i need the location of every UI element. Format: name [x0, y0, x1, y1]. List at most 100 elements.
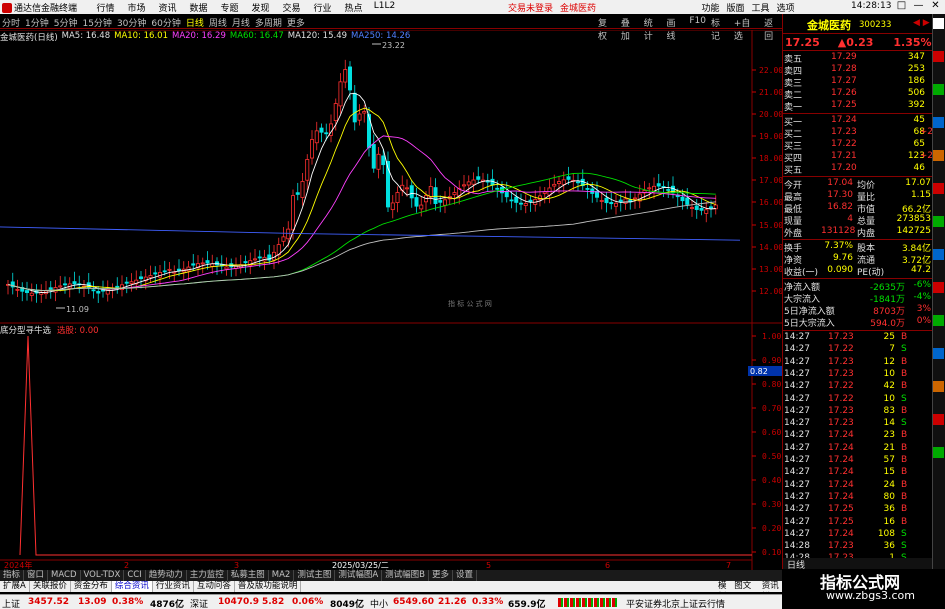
menu-item[interactable]: 资讯 [152, 1, 183, 14]
login-notice[interactable]: 交易未登录 [508, 1, 553, 14]
info-right-tab[interactable]: 模板 [716, 581, 732, 602]
indicator-tab[interactable]: 更多 [429, 570, 454, 581]
side-tool-icon[interactable] [933, 447, 944, 458]
side-tool-icon[interactable] [933, 414, 944, 425]
period-tab[interactable]: 多周期 [255, 16, 282, 29]
period-tab[interactable]: 30分钟 [117, 16, 146, 29]
side-tool-icon[interactable] [933, 183, 944, 194]
indicator-tab[interactable]: 测试幅图B [382, 570, 429, 581]
bid-row[interactable]: 买二 17.23 68 +2 [783, 127, 933, 140]
chart-info-line: 金城医药(日线) MA5: 16.48 MA10: 16.01 MA20: 16… [0, 31, 410, 43]
candle-body [699, 208, 704, 211]
indicator-tab[interactable]: CCI [124, 570, 146, 581]
indicator-tab[interactable]: VOL-TDX [81, 570, 125, 581]
ask-row[interactable]: 卖三 17.27 186 [783, 76, 933, 89]
menu-tools[interactable]: 工具 [748, 1, 773, 14]
candle-body [15, 288, 20, 291]
side-tool-icon[interactable] [933, 249, 944, 260]
period-tab[interactable]: 5分钟 [54, 16, 78, 29]
info-tab[interactable]: 扩展A [0, 581, 30, 592]
indicator-tab[interactable]: 主力监控 [187, 570, 228, 581]
sh-label[interactable]: 上证 [2, 597, 20, 609]
info-tab[interactable]: 关联报价 [30, 581, 71, 592]
side-tool-icon[interactable] [933, 51, 944, 62]
period-tab[interactable]: 周线 [209, 16, 227, 29]
side-tool-icon[interactable] [933, 150, 944, 161]
sz-label[interactable]: 深证 [190, 597, 208, 609]
info-right-tab[interactable]: 图文F10 [732, 581, 759, 602]
menu-function[interactable]: 功能 [698, 1, 723, 14]
zx-label[interactable]: 中小 [370, 597, 388, 609]
bid-row[interactable]: 买四 17.21 123 +2 [783, 151, 933, 164]
menu-options[interactable]: 选项 [773, 1, 798, 14]
candle-body [623, 198, 628, 204]
side-tool-icon[interactable] [933, 315, 944, 326]
menu-item[interactable]: 数据 [183, 1, 214, 14]
bid-row[interactable]: 买五 17.20 46 [783, 163, 933, 176]
period-tab[interactable]: 分时 [2, 16, 20, 29]
indicator-tab[interactable]: 私募主图 [228, 570, 269, 581]
indicator-tab[interactable]: 趋势动力 [146, 570, 187, 581]
tick-direction: S [901, 528, 907, 539]
menu-item[interactable]: 专题 [214, 1, 245, 14]
info-tab[interactable]: 综合资讯 [111, 581, 153, 592]
menu-item[interactable]: 热点 [338, 1, 369, 14]
tick-row: 14:27 17.23 14 S [783, 418, 933, 429]
side-tool-icon[interactable] [933, 282, 944, 293]
side-tool-icon[interactable] [933, 381, 944, 392]
ask-row[interactable]: 卖四 17.28 253 [783, 64, 933, 77]
indicator-tab[interactable]: 窗口 [24, 570, 49, 581]
quote-nav-icon[interactable]: ◀ ▶ [913, 18, 930, 28]
restore-button[interactable]: □ [893, 0, 910, 11]
period-tab[interactable]: 更多 [287, 16, 305, 29]
period-tab[interactable]: 月线 [232, 16, 250, 29]
indicator-tab[interactable]: MACD [48, 570, 81, 581]
bid-change: +2 [919, 127, 933, 137]
menu-item[interactable]: 行业 [307, 1, 338, 14]
period-tab[interactable]: 60分钟 [151, 16, 180, 29]
ask-row[interactable]: 卖五 17.29 347 [783, 52, 933, 65]
menu-item[interactable]: L1L2 [369, 1, 400, 14]
period-tab[interactable]: 15分钟 [82, 16, 111, 29]
side-tool-icon[interactable] [933, 216, 944, 227]
stat-value: 17.07 [905, 178, 931, 188]
side-tool-icon[interactable] [933, 84, 944, 95]
period-tab[interactable]: 1分钟 [25, 16, 49, 29]
bid-row[interactable]: 买一 17.24 45 [783, 115, 933, 128]
ask-price: 17.29 [831, 52, 857, 62]
ask-row[interactable]: 卖一 17.25 392 [783, 100, 933, 113]
menu-item[interactable]: 市场 [121, 1, 152, 14]
notice-stock[interactable]: 金城医药 [560, 1, 596, 14]
indicator-tab[interactable]: MA2 [269, 570, 295, 581]
indicator-tab[interactable]: 测试主图 [294, 570, 336, 581]
info-right-tab[interactable]: 资讯栏 [760, 581, 782, 602]
menu-item[interactable]: 行情 [90, 1, 121, 14]
info-tab[interactable]: 普及版功能说明 [235, 581, 302, 592]
indicator-tab[interactable]: 设置 [453, 570, 478, 581]
bid-volume: 46 [913, 163, 925, 173]
side-icon-column [932, 14, 945, 569]
ma5-label: MA5: 16.48 [61, 31, 111, 41]
candle-body [96, 290, 101, 294]
close-button[interactable]: ✕ [927, 0, 944, 11]
menu-item[interactable]: 交易 [276, 1, 307, 14]
info-tab[interactable]: 互动问答 [194, 581, 235, 592]
candle-body [466, 181, 471, 186]
bid-row[interactable]: 买三 17.22 65 [783, 139, 933, 152]
menu-layout[interactable]: 版面 [723, 1, 748, 14]
tick-direction: B [901, 405, 908, 416]
info-tab[interactable]: 资金分布 [71, 581, 112, 592]
broker-label[interactable]: 平安证券北京上证云行情 [626, 597, 725, 609]
period-tab[interactable]: 日线 [186, 16, 204, 29]
info-tab[interactable]: 行业资讯 [153, 581, 194, 592]
menu-item[interactable]: 发现 [245, 1, 276, 14]
side-tool-icon[interactable] [933, 348, 944, 359]
ask-row[interactable]: 卖二 17.26 506 [783, 88, 933, 101]
indicator-tab[interactable]: 指标 [0, 570, 25, 581]
side-tool-icon[interactable] [933, 18, 944, 29]
minimize-button[interactable]: — [910, 0, 927, 11]
side-tool-icon[interactable] [933, 117, 944, 128]
indicator-tab[interactable]: 测试幅图A [335, 570, 383, 581]
candle-body [200, 262, 205, 265]
kline-chart[interactable]: 22.0021.0020.0019.0018.0017.0016.0015.00… [0, 30, 782, 570]
